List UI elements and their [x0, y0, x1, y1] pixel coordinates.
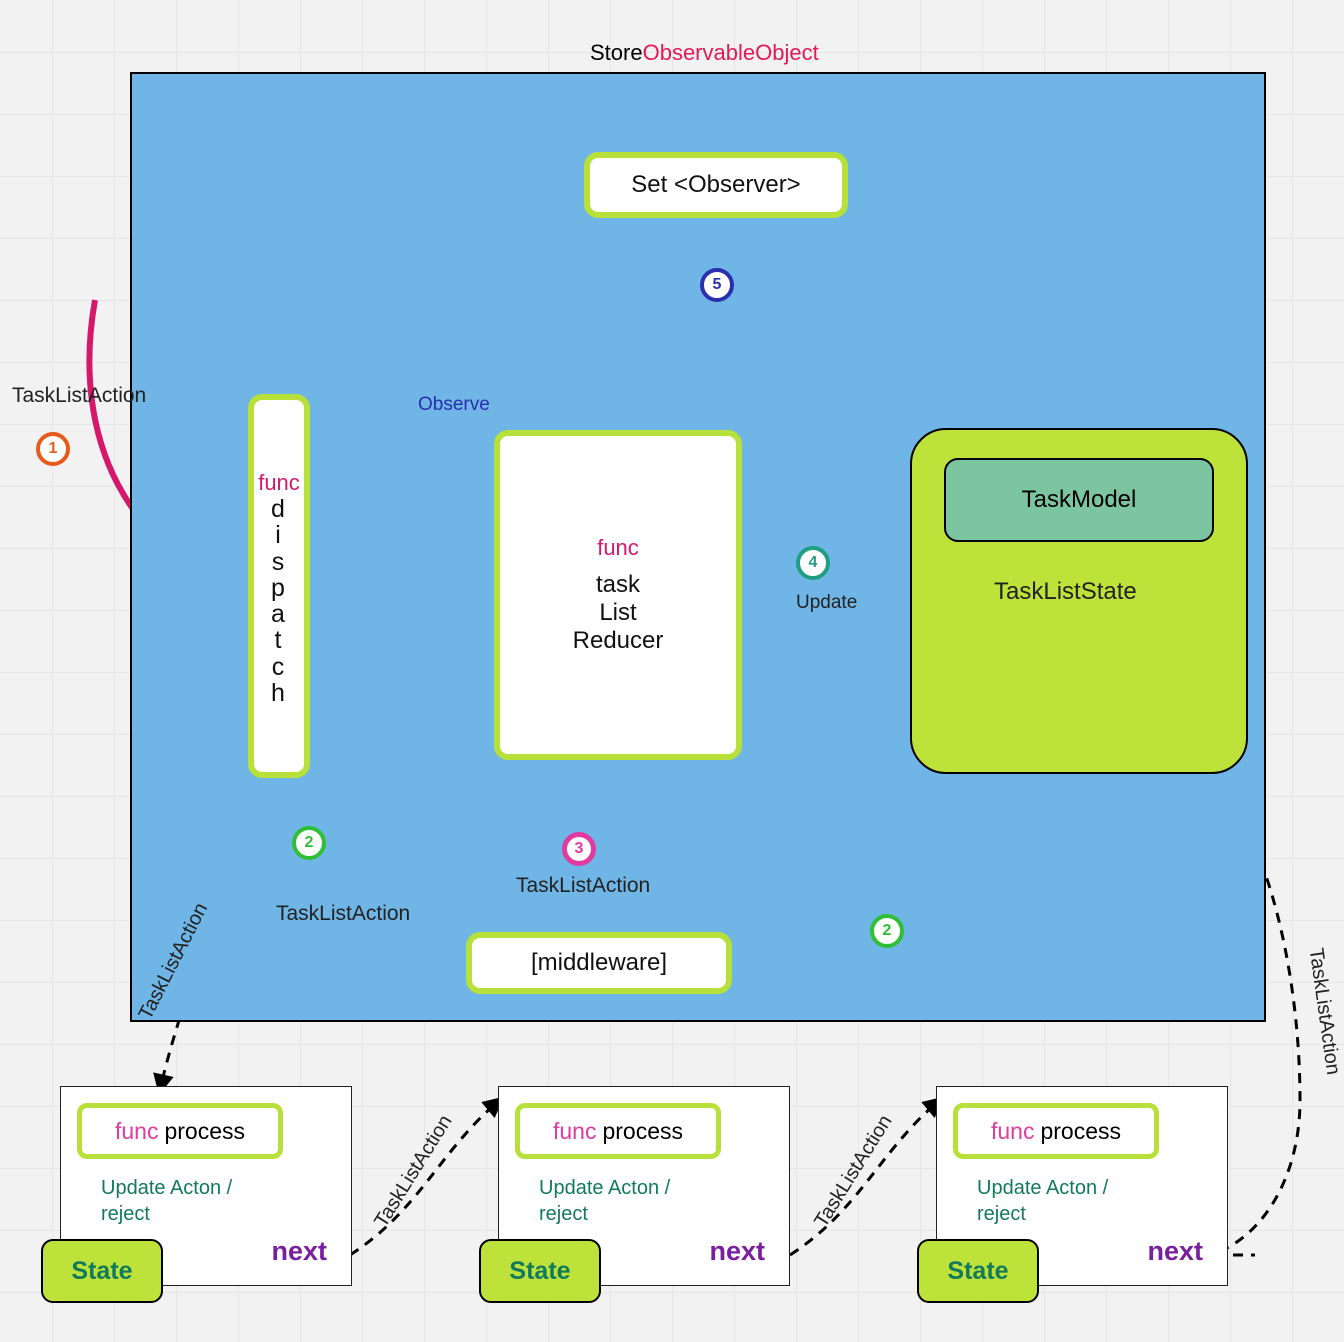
observer-set-box: Set <Observer>	[584, 152, 848, 218]
process-box-1: func process Update Acton /reject State …	[60, 1086, 352, 1286]
edge-dashed-p1-p2	[350, 1100, 500, 1255]
label-update: Update	[796, 592, 857, 614]
label-disp-mw: TaskListAction	[276, 902, 410, 926]
tasklist-state-label: TaskListState	[994, 578, 1137, 606]
task-model-box: TaskModel	[944, 458, 1214, 542]
process-3-next: next	[1147, 1236, 1203, 1267]
diagram-canvas: StoreObservableObject Set <Observer> fun…	[0, 0, 1344, 1342]
badge-1: 1	[36, 432, 70, 466]
label-action-in: TaskListAction	[12, 384, 146, 408]
process-3-title: func process	[953, 1103, 1159, 1159]
badge-3: 3	[562, 832, 596, 866]
process-1-next: next	[271, 1236, 327, 1267]
reducer-box: func task List Reducer	[494, 430, 742, 760]
badge-2b: 2	[870, 914, 904, 948]
badge-2a: 2	[292, 826, 326, 860]
badge-4: 4	[796, 546, 830, 580]
label-observe: Observe	[418, 394, 490, 416]
process-box-2: func process Update Acton /reject State …	[498, 1086, 790, 1286]
process-1-sub: Update Acton /reject	[101, 1175, 232, 1227]
store-title: StoreObservableObject	[590, 40, 819, 66]
badge-5: 5	[700, 268, 734, 302]
middleware-box: [middleware]	[466, 932, 732, 994]
process-3-state-chip: State	[917, 1239, 1039, 1303]
process-1-state-chip: State	[41, 1239, 163, 1303]
dispatch-box: func dispatch	[248, 394, 310, 778]
process-2-next: next	[709, 1236, 765, 1267]
process-1-title: func process	[77, 1103, 283, 1159]
process-2-sub: Update Acton /reject	[539, 1175, 670, 1227]
process-3-sub: Update Acton /reject	[977, 1175, 1108, 1227]
process-2-title: func process	[515, 1103, 721, 1159]
edge-dashed-p2-p3	[790, 1100, 940, 1255]
process-2-state-chip: State	[479, 1239, 601, 1303]
label-mw-reducer: TaskListAction	[516, 874, 650, 898]
dispatch-name: dispatch	[271, 496, 287, 706]
process-box-3: func process Update Acton /reject State …	[936, 1086, 1228, 1286]
